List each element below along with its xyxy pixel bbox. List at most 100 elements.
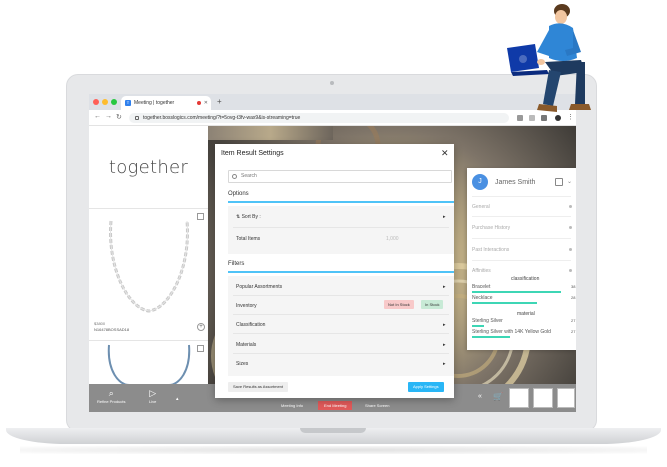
material-heading: material — [517, 311, 535, 317]
share-screen-button[interactable]: Share Screen — [359, 401, 395, 410]
product-sku: N16478BOSSAD18 — [94, 327, 130, 332]
affinity-label: Sterling Silver — [472, 318, 503, 324]
expand-dot-icon — [569, 248, 572, 251]
tab-favicon-icon: T — [125, 100, 131, 106]
affinity-row: Sterling Silver with 14K Yellow Gold 27 — [472, 329, 576, 338]
options-underline — [228, 201, 454, 203]
live-label: Live — [149, 399, 157, 404]
minimize-window-button[interactable] — [102, 99, 108, 105]
not-in-stock-toggle[interactable]: Not In Stock — [384, 300, 414, 309]
search-icon — [232, 174, 237, 179]
in-stock-toggle[interactable]: In Stock — [421, 300, 444, 309]
affinity-bar — [472, 325, 484, 327]
cart-thumbnail[interactable] — [509, 388, 529, 408]
back-arrow-icon[interactable]: ← — [94, 113, 101, 120]
cart-thumbnail[interactable] — [533, 388, 553, 408]
section-past-interactions[interactable]: Past Interactions — [472, 247, 509, 253]
chevron-right-icon[interactable]: ▸ — [443, 361, 446, 367]
chevron-right-icon[interactable]: ▸ — [443, 284, 446, 290]
total-items-label: Total Items — [236, 236, 261, 242]
end-meeting-button[interactable]: End Meeting — [318, 401, 353, 410]
product-card[interactable] — [89, 340, 208, 385]
calendar-icon[interactable] — [555, 178, 563, 186]
chevron-right-icon[interactable]: ▸ — [443, 342, 446, 348]
url-input[interactable]: together.bosslogics.com/meeting/?t=5ovg-… — [129, 113, 509, 123]
double-chevron-left-icon[interactable]: « — [478, 393, 482, 400]
person-with-laptop-illustration — [507, 4, 591, 112]
divider — [472, 196, 571, 197]
classification-heading: classification — [511, 276, 540, 282]
affinity-bar — [472, 336, 511, 338]
chevron-down-icon[interactable]: ⌄ — [567, 178, 572, 185]
collapse-icon[interactable]: ▴ — [176, 396, 179, 402]
item-result-settings-modal: Item Result Settings ✕ Search Options ⇅ … — [215, 144, 454, 398]
live-button[interactable]: ▷ Live — [149, 388, 156, 404]
affinity-value: 27 — [571, 318, 576, 323]
expand-icon[interactable] — [197, 213, 204, 220]
section-general[interactable]: General — [472, 204, 490, 210]
chevron-right-icon[interactable]: ▸ — [443, 322, 446, 328]
forward-arrow-icon[interactable]: → — [105, 113, 112, 120]
browser-tab[interactable]: T Meeting | together ✕ — [121, 96, 211, 110]
tab-close-icon[interactable]: ✕ — [204, 100, 208, 106]
search-input[interactable]: Search — [228, 170, 452, 183]
expand-dot-icon — [569, 226, 572, 229]
expand-dot-icon — [569, 269, 572, 272]
affinity-value: 38 — [571, 284, 576, 289]
save-as-assortment-button[interactable]: Save Results as Assortment — [228, 382, 289, 392]
affinity-bar — [472, 291, 562, 293]
close-window-button[interactable] — [93, 99, 99, 105]
sort-by-label: Sort By : — [241, 214, 261, 220]
laptop-screen: T Meeting | together ✕ + ← → ↻ together.… — [89, 94, 576, 412]
divider — [233, 333, 449, 334]
section-purchase-history[interactable]: Purchase History — [472, 225, 510, 231]
sort-by-row[interactable]: ⇅ Sort By : — [236, 214, 448, 220]
apply-settings-button[interactable]: Apply Settings — [408, 382, 444, 392]
recording-icon — [196, 101, 201, 105]
tab-title: Meeting | together — [134, 100, 175, 106]
cart-icon[interactable]: 🛒 — [493, 392, 503, 401]
filters-heading: Filters — [228, 261, 245, 267]
product-card[interactable]: $3800 N16478BOSSAD18 + — [89, 208, 208, 340]
refine-products-button[interactable]: ⌕ Refine Products — [97, 388, 125, 404]
affinity-value: 28 — [571, 295, 576, 300]
customer-name: James Smith — [495, 179, 536, 186]
popular-assortments-row[interactable]: Popular Assortments — [236, 284, 448, 290]
chevron-right-icon[interactable]: ▸ — [443, 214, 446, 220]
add-product-button[interactable]: + — [197, 323, 205, 331]
modal-title: Item Result Settings — [221, 150, 284, 157]
reload-icon[interactable]: ↻ — [116, 113, 122, 121]
section-affinities[interactable]: Affinities — [472, 268, 491, 274]
new-tab-button[interactable]: + — [217, 97, 222, 106]
sizes-row[interactable]: Sizes — [236, 361, 448, 367]
affinity-row: Bracelet 38 — [472, 284, 576, 293]
refine-products-label: Refine Products — [97, 399, 126, 404]
options-group: ⇅ Sort By : ▸ Total Items 1,000 — [228, 206, 454, 254]
classification-row[interactable]: Classification — [236, 322, 448, 328]
customer-avatar: J — [472, 174, 488, 190]
meeting-info-button[interactable]: Meeting Info — [275, 401, 309, 410]
stage-top-strip — [208, 126, 333, 140]
close-icon[interactable]: ✕ — [441, 148, 449, 159]
affinity-value: 27 — [571, 329, 576, 334]
expand-icon[interactable] — [197, 345, 204, 352]
affinity-label: Necklace — [472, 295, 493, 301]
webcam — [330, 81, 334, 85]
affinity-label: Bracelet — [472, 284, 491, 290]
affinity-label: Sterling Silver with 14K Yellow Gold — [472, 329, 551, 335]
silver-necklace-image — [109, 220, 189, 313]
total-items-value[interactable]: 1,000 — [386, 236, 399, 242]
laptop-notch — [300, 428, 366, 433]
divider — [472, 216, 571, 217]
options-heading: Options — [228, 191, 249, 197]
play-icon: ▷ — [149, 388, 157, 398]
inventory-label: Inventory — [236, 303, 257, 309]
lock-icon — [135, 116, 139, 120]
divider — [233, 314, 449, 315]
product-price: $3800 — [94, 321, 106, 326]
cart-thumbnail[interactable] — [557, 388, 575, 408]
affinity-bar — [472, 302, 538, 304]
maximize-window-button[interactable] — [111, 99, 117, 105]
search-icon: ⌕ — [108, 388, 114, 398]
materials-row[interactable]: Materials — [236, 342, 448, 348]
